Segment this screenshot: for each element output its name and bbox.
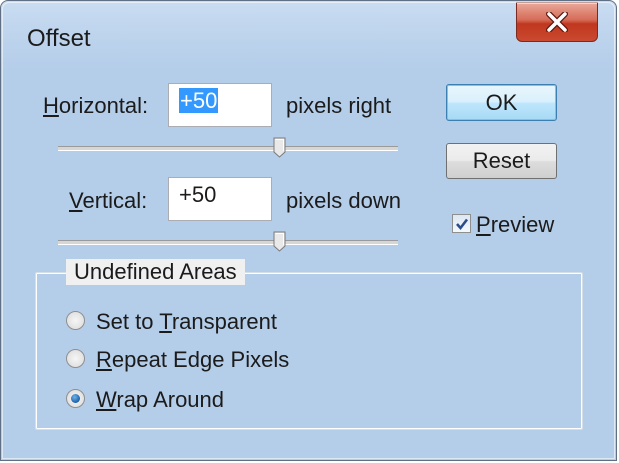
reset-button[interactable]: Reset — [446, 143, 557, 179]
checkmark-icon — [455, 218, 468, 230]
radio-set-to-transparent[interactable] — [66, 311, 85, 330]
window-title: Offset — [27, 25, 91, 52]
horizontal-unit-label: pixels right — [286, 93, 392, 118]
vertical-unit-label: pixels down — [286, 188, 401, 213]
horizontal-slider-track[interactable] — [58, 146, 398, 151]
vertical-label: Vertical: — [69, 188, 148, 213]
vertical-input-value: +50 — [179, 182, 217, 207]
radio-label-wrap-around[interactable]: Wrap Around — [96, 387, 224, 413]
radio-label-repeat-edge-pixels[interactable]: Repeat Edge Pixels — [96, 347, 289, 373]
radio-wrap-around[interactable] — [66, 389, 85, 408]
undefined-areas-title: Undefined Areas — [66, 259, 245, 285]
radio-repeat-edge-pixels[interactable] — [66, 349, 85, 368]
close-icon — [546, 12, 568, 32]
ok-button[interactable]: OK — [446, 84, 557, 121]
vertical-input[interactable]: +50 — [168, 177, 272, 221]
radio-label-set-to-transparent[interactable]: Set to Transparent — [96, 309, 277, 335]
preview-checkbox[interactable] — [452, 214, 471, 233]
horizontal-input[interactable]: +50 — [168, 83, 272, 127]
close-button[interactable] — [516, 2, 598, 42]
horizontal-label: Horizontal: — [43, 93, 149, 118]
horizontal-input-value: +50 — [179, 88, 219, 113]
vertical-slider-thumb-icon[interactable] — [273, 231, 286, 252]
preview-label[interactable]: Preview — [476, 212, 554, 238]
vertical-slider-track[interactable] — [58, 240, 398, 245]
horizontal-slider-thumb-icon[interactable] — [273, 137, 286, 158]
